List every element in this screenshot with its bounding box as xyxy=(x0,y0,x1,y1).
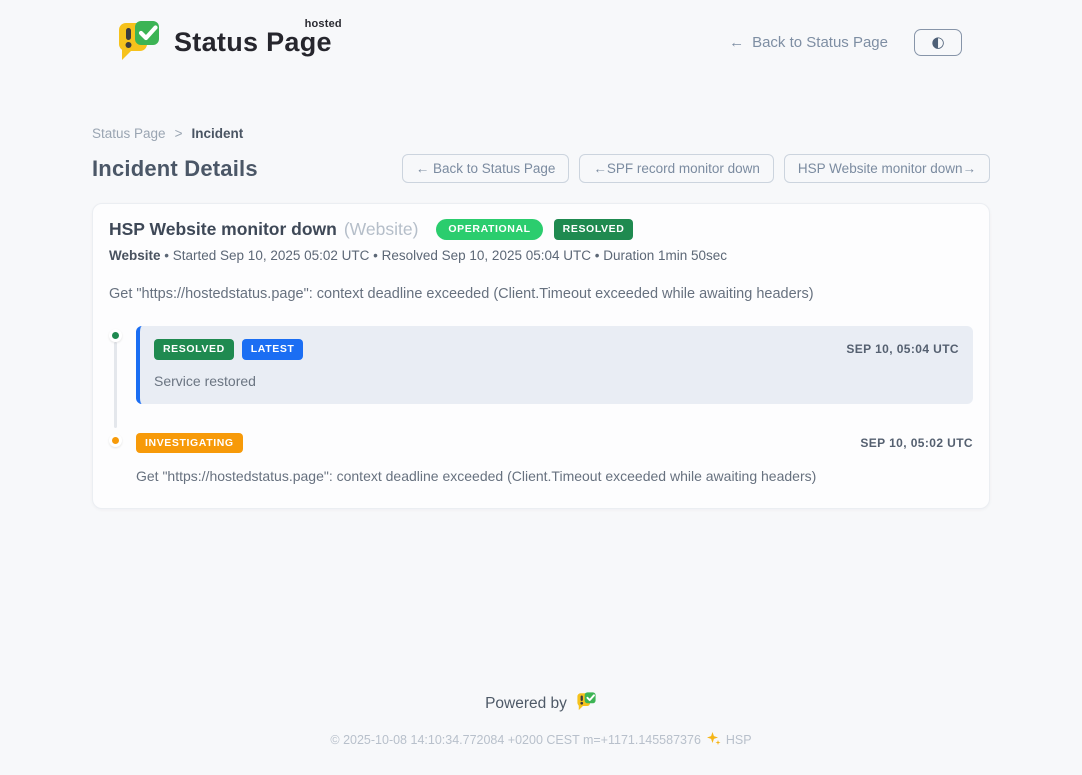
back-to-status-page-button[interactable]: ← Back to Status Page xyxy=(402,154,570,183)
breadcrumb-separator: > xyxy=(175,126,183,141)
breadcrumb-status-page[interactable]: Status Page xyxy=(92,126,166,141)
hosted-superscript: hosted xyxy=(305,18,342,30)
breadcrumb-incident: Incident xyxy=(191,126,243,141)
main-content: Status Page > Incident Incident Details … xyxy=(92,126,990,509)
incident-title: HSP Website monitor down xyxy=(109,219,337,240)
half-circle-theme-icon: ◐ xyxy=(931,35,944,50)
entry-message: Get "https://hostedstatus.page": context… xyxy=(136,468,973,484)
entry-latest-badge: LATEST xyxy=(242,339,304,360)
left-arrow-icon: ← xyxy=(729,34,744,51)
copyright-line: © 2025-10-08 14:10:34.772084 +0200 CEST … xyxy=(0,731,1082,749)
timeline-entry-header: RESOLVED LATEST SEP 10, 05:04 UTC xyxy=(154,339,959,360)
entry-timestamp: SEP 10, 05:02 UTC xyxy=(860,436,973,450)
incident-timeline: RESOLVED LATEST SEP 10, 05:04 UTC Servic… xyxy=(109,326,973,484)
orange-timeline-dot-icon xyxy=(109,434,122,447)
page-title: Incident Details xyxy=(92,156,258,182)
incident-meta: Website • Started Sep 10, 2025 05:02 UTC… xyxy=(109,248,973,263)
incident-card-header: HSP Website monitor down (Website) OPERA… xyxy=(109,219,973,240)
timeline-entry-investigating: INVESTIGATING SEP 10, 05:02 UTC Get "htt… xyxy=(136,431,973,485)
entry-investigating-badge: INVESTIGATING xyxy=(136,433,243,454)
footer: Powered by © 2025-10-08 14:10:34.772084 … xyxy=(0,691,1082,775)
entry-resolved-badge: RESOLVED xyxy=(154,339,234,360)
timeline-entry-header: INVESTIGATING SEP 10, 05:02 UTC xyxy=(136,433,973,454)
brand-wordmark: Status Page hosted xyxy=(174,27,338,58)
sparkles-icon xyxy=(706,731,721,749)
resolved-state-badge: RESOLVED xyxy=(554,219,634,240)
header-back-link-label: Back to Status Page xyxy=(752,34,888,51)
header-actions: ← Back to Status Page ◐ xyxy=(729,29,962,56)
timeline-entry-highlight-box: RESOLVED LATEST SEP 10, 05:04 UTC Servic… xyxy=(136,326,973,404)
powered-by-label: Powered by xyxy=(485,695,567,713)
brand-logo[interactable]: Status Page hosted xyxy=(116,18,338,67)
theme-toggle-button[interactable]: ◐ xyxy=(914,29,962,56)
prev-incident-button[interactable]: ←SPF record monitor down xyxy=(579,154,774,183)
incident-description: Get "https://hostedstatus.page": context… xyxy=(109,286,973,302)
entry-message: Service restored xyxy=(154,373,959,389)
next-incident-button[interactable]: HSP Website monitor down→ xyxy=(784,154,990,183)
incident-nav-buttons: ← Back to Status Page ←SPF record monito… xyxy=(402,154,990,183)
header: Status Page hosted ← Back to Status Page… xyxy=(0,0,1082,76)
green-timeline-dot-icon xyxy=(109,329,122,342)
powered-by-link[interactable]: Powered by xyxy=(485,691,597,716)
copyright-brand: HSP xyxy=(726,733,752,747)
entry-timestamp: SEP 10, 05:04 UTC xyxy=(846,342,959,356)
copyright-text: © 2025-10-08 14:10:34.772084 +0200 CEST … xyxy=(330,733,701,747)
meta-details: • Started Sep 10, 2025 05:02 UTC • Resol… xyxy=(164,248,727,263)
statuspage-logo-small-icon xyxy=(576,691,597,716)
incident-component: (Website) xyxy=(344,219,419,240)
operational-status-badge: OPERATIONAL xyxy=(436,219,542,240)
title-row: Incident Details ← Back to Status Page ←… xyxy=(92,154,990,183)
incident-card: HSP Website monitor down (Website) OPERA… xyxy=(92,203,990,509)
breadcrumb: Status Page > Incident xyxy=(92,126,990,141)
timeline-entry-resolved: RESOLVED LATEST SEP 10, 05:04 UTC Servic… xyxy=(136,326,973,404)
timeline-connector-line xyxy=(114,342,117,428)
header-back-link[interactable]: ← Back to Status Page xyxy=(729,34,888,51)
statuspage-logo-icon xyxy=(116,18,162,67)
meta-component-name: Website xyxy=(109,248,161,263)
